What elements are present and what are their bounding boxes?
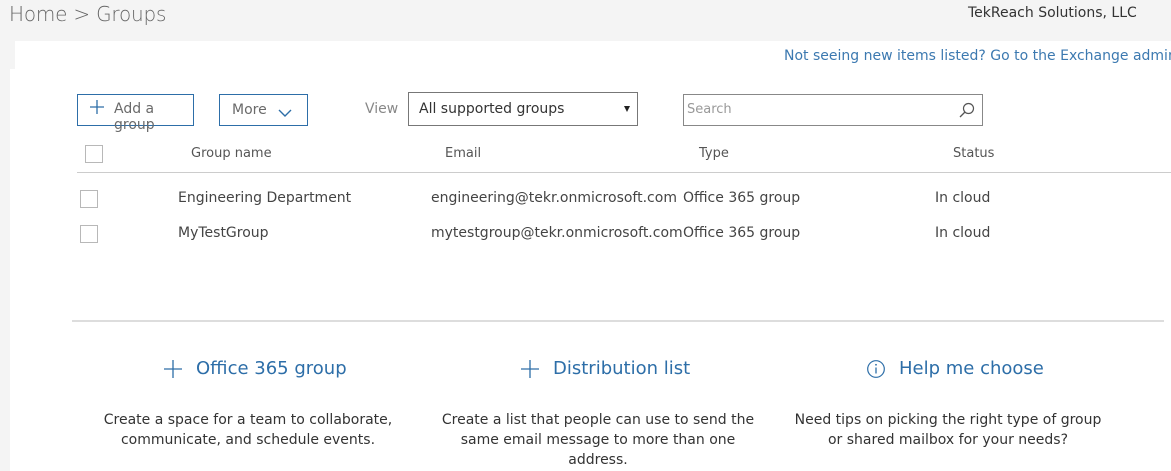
column-header-email[interactable]: Email	[445, 146, 481, 161]
help-me-choose-label: Help me choose	[899, 358, 1044, 379]
description-line: address.	[568, 452, 628, 468]
column-header-status[interactable]: Status	[953, 146, 994, 161]
select-all-checkbox[interactable]	[85, 145, 103, 163]
description-line: Create a space for a team to collaborate…	[103, 412, 393, 428]
column-header-type[interactable]: Type	[699, 146, 729, 161]
section-divider	[72, 320, 1164, 322]
office365-group-option[interactable]: Office 365 group	[163, 358, 347, 379]
distribution-list-option[interactable]: Distribution list	[520, 358, 690, 379]
status-cell: In cloud	[935, 190, 991, 206]
status-cell: In cloud	[935, 225, 991, 241]
view-select-value: All supported groups	[419, 101, 565, 117]
org-name: TekReach Solutions, LLC	[968, 5, 1137, 21]
help-me-choose-option[interactable]: Help me choose	[866, 358, 1044, 379]
info-icon	[867, 359, 885, 378]
add-group-button[interactable]: Add a group	[77, 94, 194, 133]
email-cell: mytestgroup@tekr.onmicrosoft.com	[431, 225, 683, 241]
email-cell: engineering@tekr.onmicrosoft.com	[431, 190, 677, 206]
view-select[interactable]: All supported groups	[408, 92, 638, 126]
type-cell: Office 365 group	[683, 225, 801, 241]
more-button[interactable]: More	[219, 94, 308, 126]
description-line: Create a list that people can use to sen…	[441, 412, 755, 428]
distribution-list-description: Create a list that people can use to sen…	[433, 410, 763, 470]
plus-icon	[521, 359, 539, 378]
row-checkbox[interactable]	[80, 225, 98, 243]
add-group-label: Add a group	[114, 101, 155, 133]
search-input[interactable]	[685, 96, 947, 122]
distribution-list-label: Distribution list	[553, 358, 691, 379]
search-icon[interactable]	[958, 101, 976, 119]
more-label: More	[232, 102, 267, 118]
dropdown-arrow-icon	[624, 106, 630, 112]
view-label: View	[365, 101, 399, 117]
chevron-down-icon	[278, 109, 292, 117]
group-name-cell[interactable]: Engineering Department	[178, 190, 351, 206]
column-header-group-name[interactable]: Group name	[191, 146, 272, 161]
search-box[interactable]	[683, 94, 983, 126]
plus-icon	[164, 359, 182, 378]
description-line: same email message to more than one	[460, 432, 736, 448]
type-cell: Office 365 group	[683, 190, 801, 206]
description-line: Need tips on picking the right type of g…	[794, 412, 1102, 428]
description-line: communicate, and schedule events.	[120, 432, 376, 448]
description-line: or shared mailbox for your needs?	[827, 432, 1068, 448]
office365-group-label: Office 365 group	[196, 358, 347, 379]
office365-group-description: Create a space for a team to collaborate…	[93, 410, 403, 450]
help-me-choose-description: Need tips on picking the right type of g…	[788, 410, 1108, 450]
breadcrumb[interactable]: Home > Groups	[9, 2, 166, 26]
exchange-admin-link[interactable]: Not seeing new items listed? Go to the E…	[784, 48, 1171, 64]
header-divider	[77, 172, 1171, 173]
plus-icon	[90, 100, 104, 114]
row-checkbox[interactable]	[80, 190, 98, 208]
group-name-cell[interactable]: MyTestGroup	[178, 225, 269, 241]
